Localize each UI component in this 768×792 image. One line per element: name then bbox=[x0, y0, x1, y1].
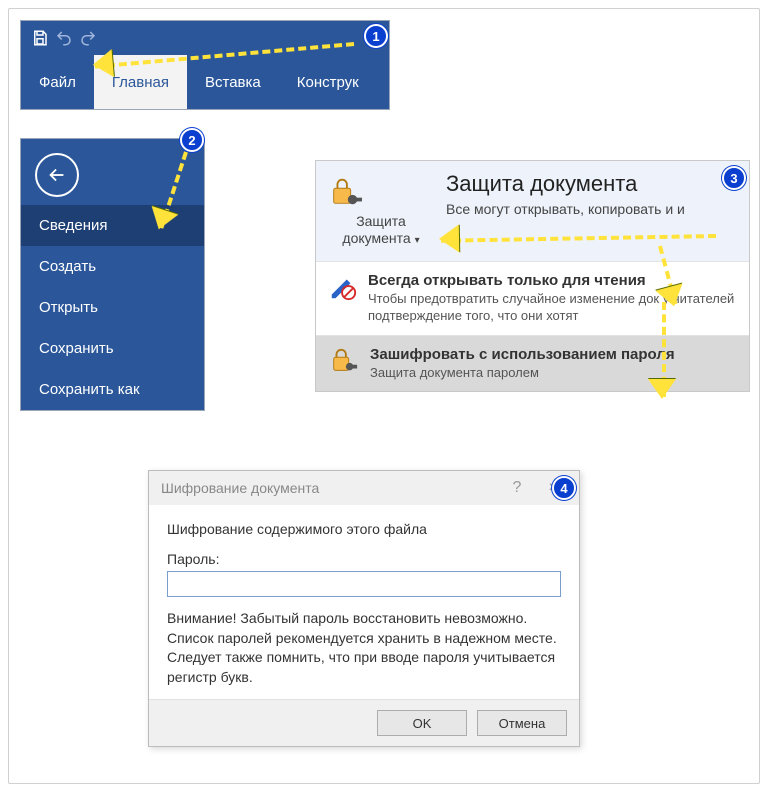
step-badge-1: 1 bbox=[364, 24, 388, 48]
tutorial-arrow bbox=[662, 302, 666, 397]
lock-key-icon bbox=[328, 346, 360, 382]
backstage-item-info[interactable]: Сведения bbox=[21, 205, 204, 246]
protect-subheading: Все могут открывать, копировать и и bbox=[446, 201, 685, 217]
tab-file[interactable]: Файл bbox=[21, 55, 94, 109]
tab-design[interactable]: Конструк bbox=[279, 55, 377, 109]
protect-document-panel: Защита документа ▾ Защита документа Все … bbox=[315, 160, 750, 392]
step-badge-4: 4 bbox=[552, 476, 576, 500]
step-badge-3: 3 bbox=[722, 166, 746, 190]
option-encrypt-title: Зашифровать с использованием пароля bbox=[370, 346, 675, 363]
ribbon-tabs: Файл Главная Вставка Конструк bbox=[21, 55, 389, 109]
backstage-item-open[interactable]: Открыть bbox=[21, 287, 204, 328]
lock-key-icon bbox=[326, 175, 436, 209]
password-label: Пароль: bbox=[167, 551, 561, 567]
backstage-item-save[interactable]: Сохранить bbox=[21, 328, 204, 369]
step-badge-2: 2 bbox=[180, 128, 204, 152]
dialog-titlebar: Шифрование документа ? × bbox=[149, 471, 579, 505]
word-ribbon: Файл Главная Вставка Конструк bbox=[20, 20, 390, 110]
protect-document-button[interactable]: Защита документа ▾ bbox=[326, 171, 436, 247]
tab-insert[interactable]: Вставка bbox=[187, 55, 279, 109]
backstage-item-new[interactable]: Создать bbox=[21, 246, 204, 287]
quick-access-toolbar bbox=[21, 21, 389, 55]
dialog-title: Шифрование документа bbox=[161, 480, 499, 496]
password-input[interactable] bbox=[167, 571, 561, 597]
cancel-button[interactable]: Отмена bbox=[477, 710, 567, 736]
protect-heading: Защита документа bbox=[446, 171, 685, 197]
save-icon[interactable] bbox=[31, 29, 49, 47]
undo-icon[interactable] bbox=[55, 29, 73, 47]
help-icon[interactable]: ? bbox=[499, 479, 535, 497]
pen-forbidden-icon bbox=[328, 272, 358, 325]
redo-icon[interactable] bbox=[79, 29, 97, 47]
option-encrypt-sub: Защита документа паролем bbox=[370, 365, 675, 382]
ok-button[interactable]: OK bbox=[377, 710, 467, 736]
back-button[interactable] bbox=[35, 153, 79, 197]
chevron-down-icon: ▾ bbox=[415, 235, 420, 246]
option-encrypt[interactable]: Зашифровать с использованием пароля Защи… bbox=[316, 335, 749, 392]
protect-button-label: Защита документа bbox=[342, 213, 410, 246]
encrypt-dialog: Шифрование документа ? × Шифрование соде… bbox=[148, 470, 580, 747]
dialog-warning: Внимание! Забытый пароль восстановить не… bbox=[167, 609, 561, 687]
backstage-item-saveas[interactable]: Сохранить как bbox=[21, 369, 204, 410]
dialog-heading: Шифрование содержимого этого файла bbox=[167, 521, 561, 537]
